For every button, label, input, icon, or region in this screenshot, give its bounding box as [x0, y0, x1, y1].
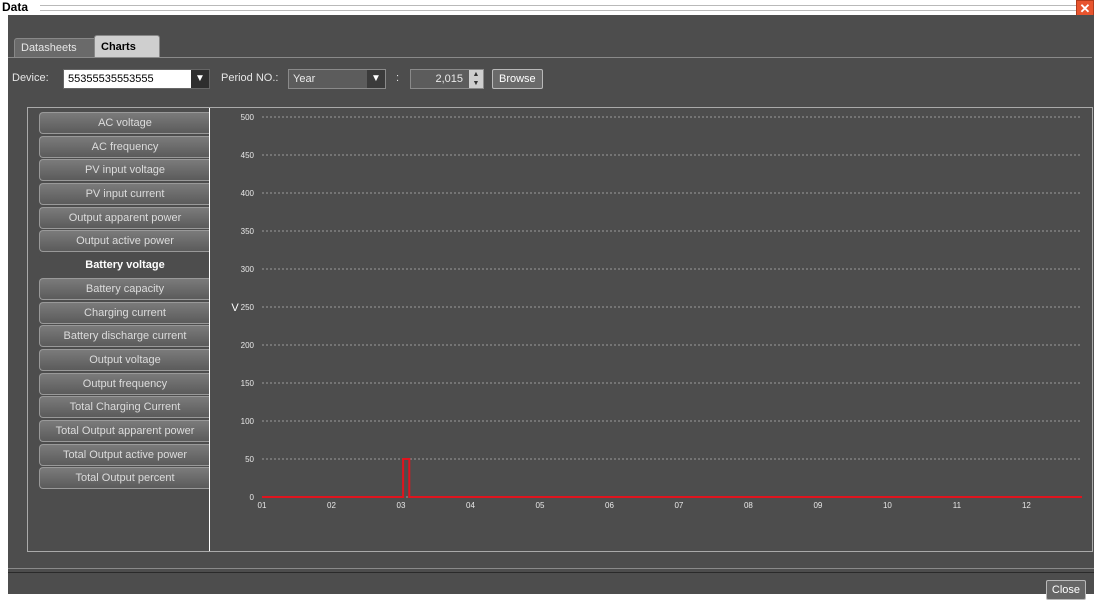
x-tick-label: 06 — [605, 501, 614, 510]
x-tick-label: 04 — [466, 501, 475, 510]
y-tick-label: 50 — [245, 455, 254, 464]
y-tick-label: 250 — [241, 303, 255, 312]
parameter-list: AC voltage AC frequency PV input voltage PV… — [39, 112, 210, 491]
series-line — [262, 458, 1082, 498]
tab-datasheets[interactable]: Datasheets — [14, 38, 98, 57]
spinner-up-icon[interactable]: ▲ — [469, 70, 483, 79]
spinner-down-icon[interactable]: ▼ — [469, 79, 483, 88]
sidebar-item[interactable]: Total Charging Current — [39, 396, 210, 419]
sidebar-item[interactable]: Battery capacity — [39, 277, 210, 300]
x-tick-label: 03 — [397, 501, 406, 510]
x-tick-label: 02 — [327, 501, 336, 510]
chart-content-area: AC voltage AC frequency PV input voltage PV… — [27, 107, 1093, 552]
title-bar-rule — [40, 5, 1076, 11]
period-separator: : — [396, 72, 400, 84]
x-tick-label: 07 — [674, 501, 683, 510]
device-label: Device: — [12, 72, 49, 84]
tab-charts[interactable]: Charts — [94, 35, 160, 57]
sidebar-item[interactable]: PV input current — [39, 183, 210, 206]
chevron-down-icon[interactable]: ▼ — [191, 70, 209, 88]
sidebar-item[interactable]: Battery voltage — [39, 254, 210, 277]
chevron-down-icon[interactable]: ▼ — [367, 70, 385, 88]
sidebar-item[interactable]: Total Output active power — [39, 443, 210, 466]
sidebar-item[interactable]: Output apparent power — [39, 206, 210, 229]
year-spinner-value: 2,015 — [435, 73, 463, 85]
sidebar-item[interactable]: Output frequency — [39, 372, 210, 395]
device-select-value: 55355535553555 — [68, 73, 154, 85]
period-label: Period NO.: — [221, 72, 279, 84]
chart-area: 0 50 100 150 200 250 300 350 400 450 500 01 02 03 04 05… — [209, 108, 1092, 551]
device-select[interactable]: 55355535553555 ▼ — [63, 69, 210, 89]
window-title: Data — [2, 0, 33, 14]
sidebar-item[interactable]: Charging current — [39, 301, 210, 324]
y-tick-label: 150 — [241, 379, 255, 388]
sidebar-item[interactable]: PV input voltage — [39, 159, 210, 182]
sidebar-item[interactable]: Output active power — [39, 230, 210, 253]
spinner-buttons[interactable]: ▲ ▼ — [469, 70, 483, 88]
footer-divider — [8, 568, 1094, 573]
period-select-value: Year — [293, 73, 316, 85]
x-tick-label: 10 — [883, 501, 892, 510]
y-tick-label: 200 — [241, 341, 255, 350]
x-tick-label: 08 — [744, 501, 753, 510]
x-tick-label: 09 — [813, 501, 822, 510]
sidebar-item[interactable]: Total Output apparent power — [39, 419, 210, 442]
x-tick-label: 05 — [536, 501, 545, 510]
close-button[interactable]: Close — [1045, 580, 1086, 600]
y-tick-label: 100 — [241, 417, 255, 426]
y-tick-label: 350 — [241, 227, 255, 236]
y-tick-label: 300 — [241, 265, 255, 274]
data-window: Datasheets Charts Device: 55355535553555… — [8, 15, 1094, 600]
sidebar-item[interactable]: Output voltage — [39, 348, 210, 371]
browse-button[interactable]: Browse — [492, 69, 543, 89]
y-tick-label: 500 — [241, 113, 255, 122]
sidebar-item[interactable]: AC frequency — [39, 135, 210, 158]
x-tick-label: 01 — [258, 501, 267, 510]
period-select[interactable]: Year ▼ — [288, 69, 386, 89]
y-tick-label: 450 — [241, 151, 255, 160]
year-spinner[interactable]: 2,015 ▲ ▼ — [410, 69, 484, 89]
battery-voltage-chart: 0 50 100 150 200 250 300 350 400 450 500 01 02 03 04 05… — [231, 113, 1082, 510]
x-tick-label: 12 — [1022, 501, 1031, 510]
y-tick-label: 400 — [241, 189, 255, 198]
sidebar-item[interactable]: AC voltage — [39, 112, 210, 134]
y-axis-label: V — [231, 302, 239, 314]
y-tick-label: 0 — [250, 493, 255, 502]
sidebar-item[interactable]: Total Output percent — [39, 467, 210, 490]
sidebar-item[interactable]: Battery discharge current — [39, 325, 210, 348]
x-tick-label: 11 — [953, 501, 962, 510]
